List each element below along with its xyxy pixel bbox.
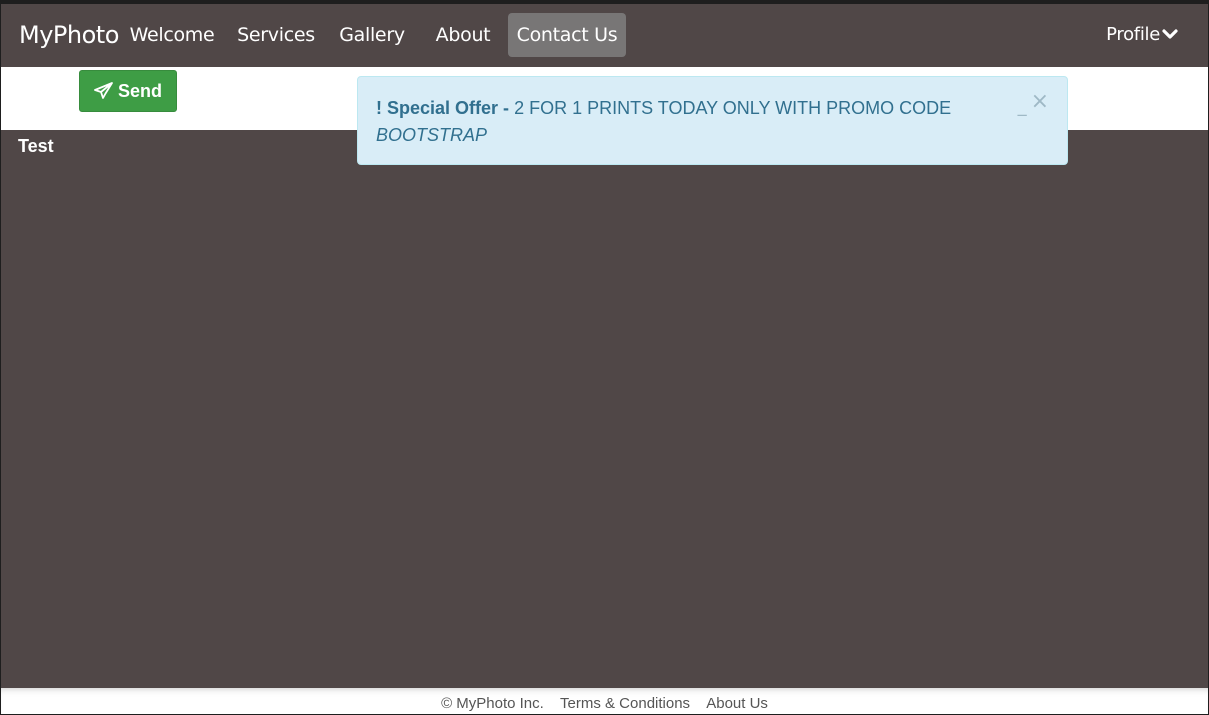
main-content: Test (1, 130, 1208, 688)
send-button[interactable]: Send (79, 70, 177, 112)
profile-label: Profile (1106, 24, 1160, 45)
alert-label: Special Offer - (387, 98, 510, 118)
footer-about-link[interactable]: About Us (706, 695, 768, 712)
nav-item-welcome[interactable]: Welcome (121, 13, 223, 57)
profile-dropdown[interactable]: Profile (1106, 13, 1178, 57)
browser-frame: MyPhoto Welcome Services Gallery About C… (0, 0, 1209, 715)
page-title: Test (18, 136, 54, 156)
special-offer-alert: ! Special Offer - 2 FOR 1 PRINTS TODAY O… (357, 76, 1068, 165)
navbar: MyPhoto Welcome Services Gallery About C… (1, 4, 1208, 67)
promo-code: BOOTSTRAP (376, 125, 488, 145)
brand-logo[interactable]: MyPhoto (19, 21, 119, 49)
paper-plane-icon (94, 82, 113, 99)
nav-item-contact-us[interactable]: Contact Us (508, 13, 626, 57)
close-icon[interactable]: × (1031, 89, 1049, 114)
nav-item-about[interactable]: About (425, 13, 501, 57)
exclamation-icon: ! (376, 98, 382, 118)
nav-item-services[interactable]: Services (231, 13, 321, 57)
footer: © MyPhoto Inc. Terms & Conditions About … (1, 688, 1208, 714)
alert-message: 2 FOR 1 PRINTS TODAY ONLY WITH PROMO COD… (514, 98, 952, 118)
send-button-label: Send (117, 80, 162, 101)
chevron-down-icon (1162, 28, 1178, 39)
alert-controls: _ × (1018, 89, 1049, 118)
minimize-icon[interactable]: _ (1018, 96, 1027, 117)
footer-terms-link[interactable]: Terms & Conditions (560, 695, 690, 712)
footer-copyright: © MyPhoto Inc. (441, 695, 544, 712)
nav-item-gallery[interactable]: Gallery (329, 13, 415, 57)
